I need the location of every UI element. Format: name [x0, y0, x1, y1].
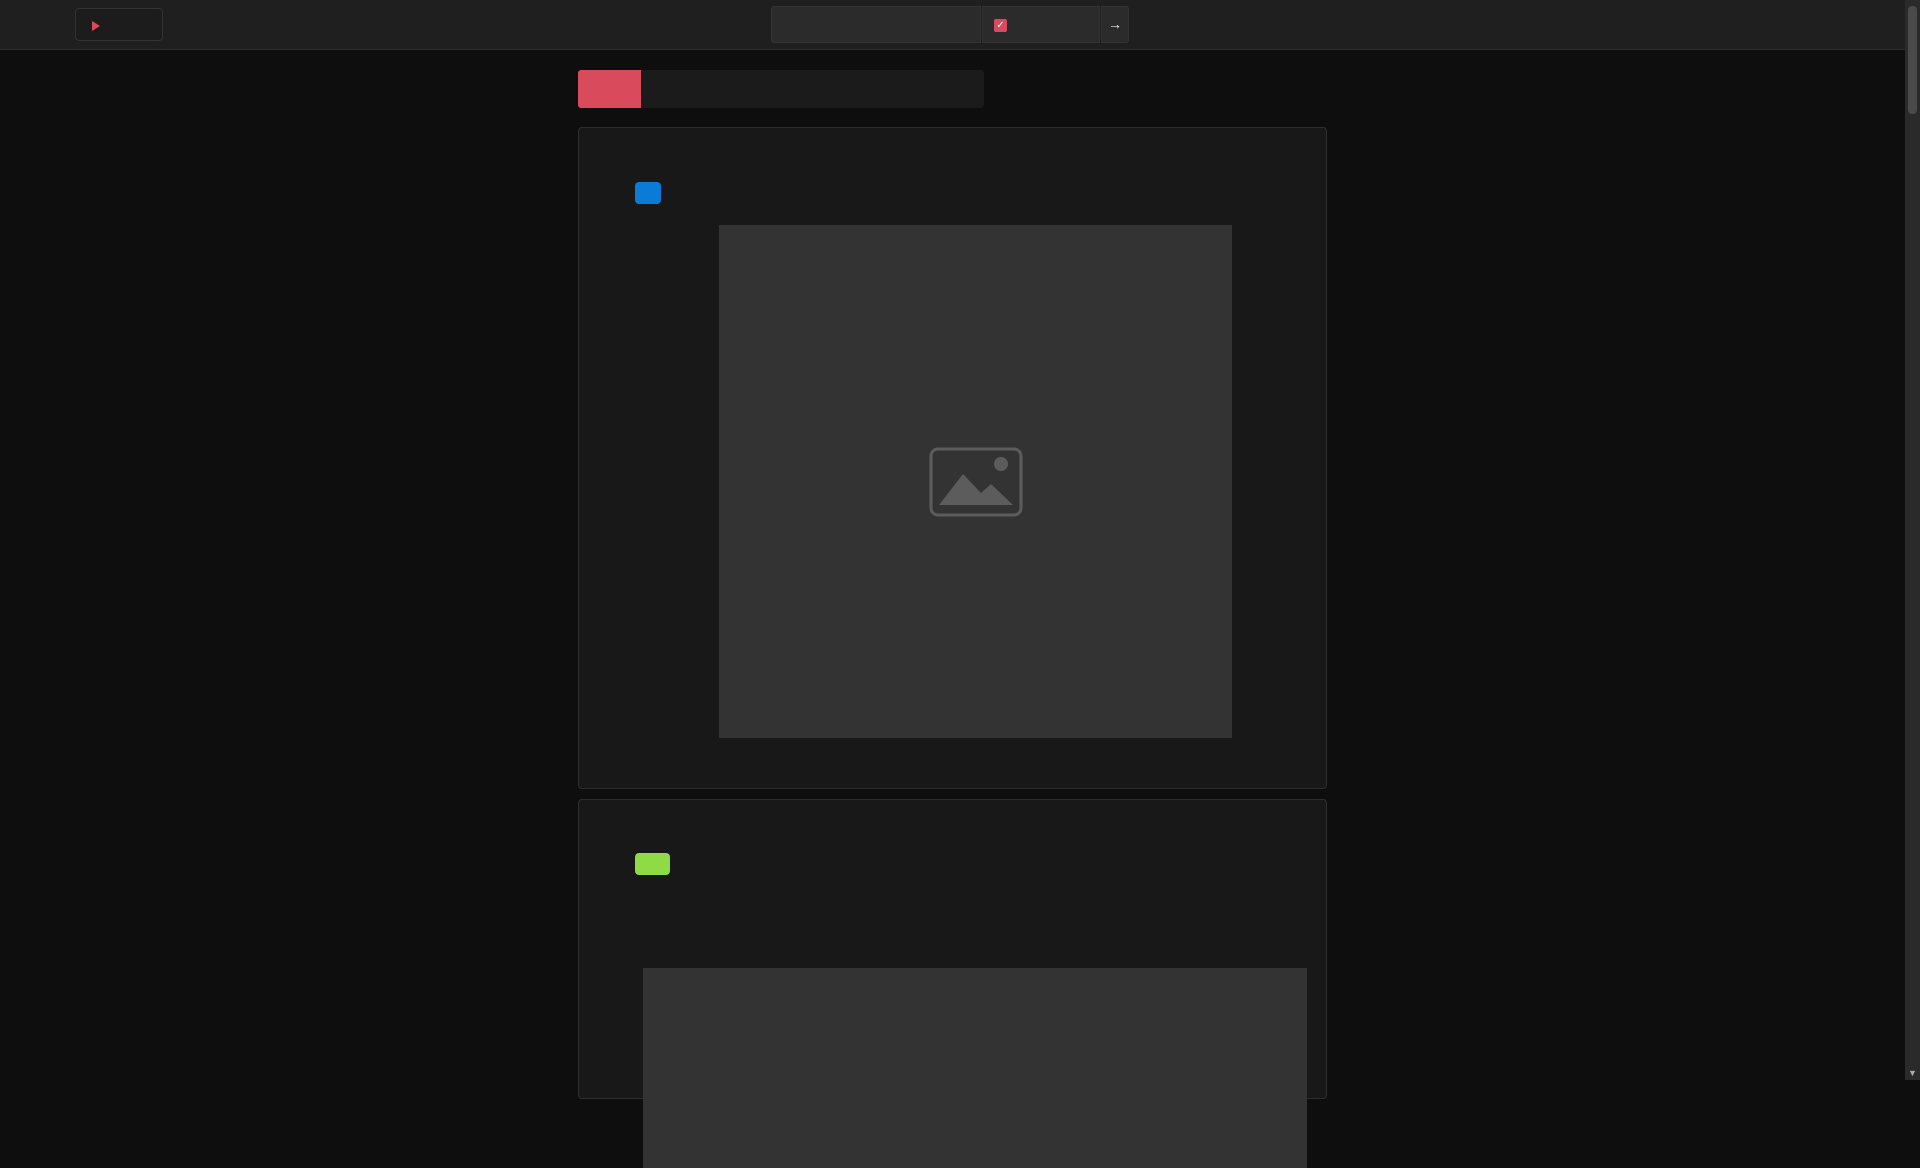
play-icon — [92, 21, 100, 31]
image-placeholder-icon — [929, 447, 1023, 517]
logo-button[interactable] — [75, 8, 163, 41]
post-image[interactable] — [643, 968, 1307, 1168]
post-card — [578, 799, 1327, 1168]
category-badge[interactable] — [635, 853, 670, 875]
search-input[interactable] — [771, 6, 981, 43]
scrollbar-thumb[interactable] — [1908, 6, 1917, 114]
scrollbar[interactable]: ▼ — [1905, 0, 1920, 1080]
post-card — [578, 127, 1327, 789]
go-button[interactable]: → — [1101, 6, 1129, 43]
post-image[interactable] — [719, 225, 1232, 738]
checkbox-checked-icon[interactable]: ✓ — [994, 19, 1007, 32]
tab-bar — [578, 70, 984, 108]
category-badge[interactable] — [635, 182, 661, 204]
arrow-right-icon: → — [1108, 16, 1122, 32]
scroll-down-arrow-icon[interactable]: ▼ — [1908, 1068, 1917, 1078]
filter-dropdown[interactable]: ✓ — [982, 6, 1100, 43]
tab-active[interactable] — [578, 70, 641, 108]
top-bar: ✓ → — [0, 0, 1905, 50]
